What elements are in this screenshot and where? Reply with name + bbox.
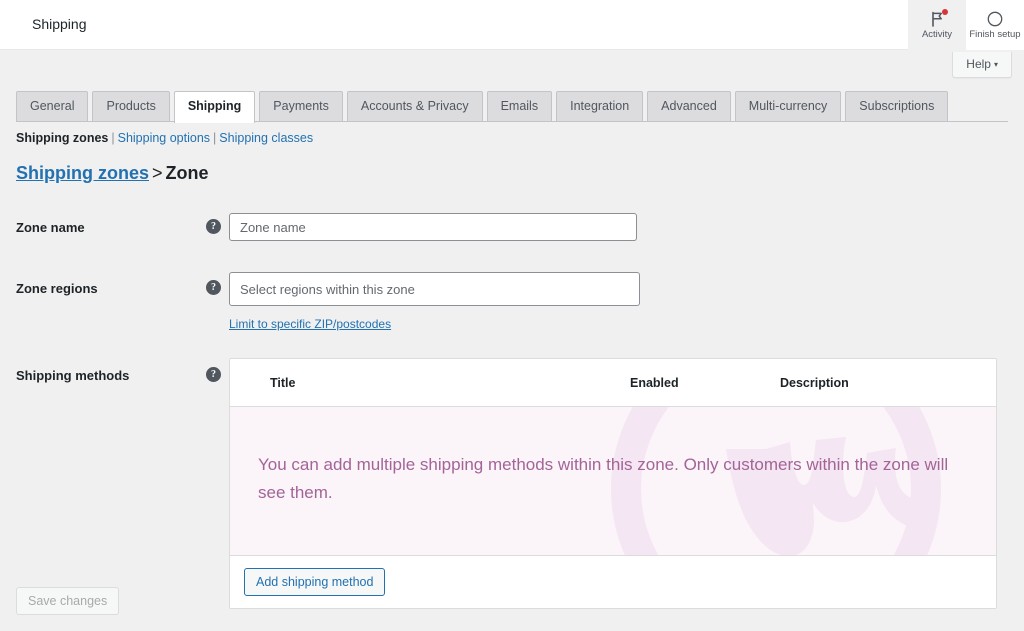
subnav-item-shipping-options[interactable]: Shipping options [118, 131, 210, 145]
tab-multi-currency[interactable]: Multi-currency [734, 91, 842, 122]
sub-navigation: Shipping zones | Shipping options | Shipping… [16, 131, 313, 145]
zone-regions-input[interactable] [229, 272, 640, 306]
subnav-separator: | [111, 131, 115, 145]
tab-advanced[interactable]: Advanced [647, 91, 731, 122]
tab-products[interactable]: Products [92, 91, 170, 122]
circle-progress-icon [987, 10, 1003, 27]
breadcrumb: Shipping zones > Zone [16, 163, 209, 184]
breadcrumb-separator: > [152, 163, 163, 183]
zone-name-help-icon[interactable]: ? [206, 219, 221, 234]
help-label: Help [966, 57, 991, 71]
column-header-title: Title [270, 375, 296, 390]
zone-regions-help-icon[interactable]: ? [206, 280, 221, 295]
subnav-item-shipping-zones: Shipping zones [16, 131, 109, 145]
subnav-separator: | [213, 131, 217, 145]
zone-name-input[interactable] [229, 213, 637, 241]
tabs-divider [16, 121, 1008, 122]
tab-shipping[interactable]: Shipping [173, 91, 256, 123]
tab-payments[interactable]: Payments [259, 91, 343, 122]
limit-zip-postcodes-link[interactable]: Limit to specific ZIP/postcodes [229, 317, 391, 331]
chevron-down-icon: ▾ [993, 60, 998, 69]
table-footer: Add shipping method [230, 555, 996, 609]
tab-subscriptions[interactable]: Subscriptions [845, 91, 949, 122]
finish-setup-button[interactable]: Finish setup [966, 0, 1024, 50]
activity-label: Activity [921, 29, 953, 41]
tab-integration[interactable]: Integration [556, 91, 644, 122]
empty-state-row: You can add multiple shipping methods wi… [230, 407, 996, 556]
shipping-methods-table: Title Enabled Description You can add mu… [229, 358, 997, 610]
shipping-methods-help-icon[interactable]: ? [206, 367, 221, 382]
shipping-methods-label: Shipping methods [16, 368, 130, 383]
zone-name-label: Zone name [16, 220, 85, 235]
subnav-item-shipping-classes[interactable]: Shipping classes [219, 131, 313, 145]
notification-dot [941, 9, 948, 16]
breadcrumb-current: Zone [165, 163, 209, 183]
help-dropdown-button[interactable]: Help ▾ [952, 52, 1012, 78]
zone-regions-label: Zone regions [16, 281, 98, 296]
empty-state-message: You can add multiple shipping methods wi… [258, 455, 949, 503]
breadcrumb-link-shipping-zones[interactable]: Shipping zones [16, 163, 149, 183]
settings-tabs: General Products Shipping Payments Accounts … [16, 89, 952, 123]
save-changes-button[interactable]: Save changes [16, 587, 120, 615]
table-header-row: Title Enabled Description [230, 359, 996, 407]
tab-emails[interactable]: Emails [486, 91, 553, 122]
header-actions: Activity Finish setup [908, 0, 1024, 50]
column-header-enabled: Enabled [630, 375, 679, 390]
flag-icon [930, 9, 948, 27]
settings-page: Shipping Activity Finish setup Help ▾ Ge… [0, 0, 1024, 631]
activity-button[interactable]: Activity [908, 0, 966, 50]
page-header: Shipping Activity Finish setup [0, 0, 1024, 50]
tab-accounts-privacy[interactable]: Accounts & Privacy [346, 91, 483, 122]
add-shipping-method-button[interactable]: Add shipping method [244, 568, 386, 597]
finish-setup-label: Finish setup [969, 29, 1021, 41]
column-header-description: Description [780, 375, 849, 390]
tab-general[interactable]: General [16, 91, 89, 122]
page-title: Shipping [32, 16, 87, 32]
